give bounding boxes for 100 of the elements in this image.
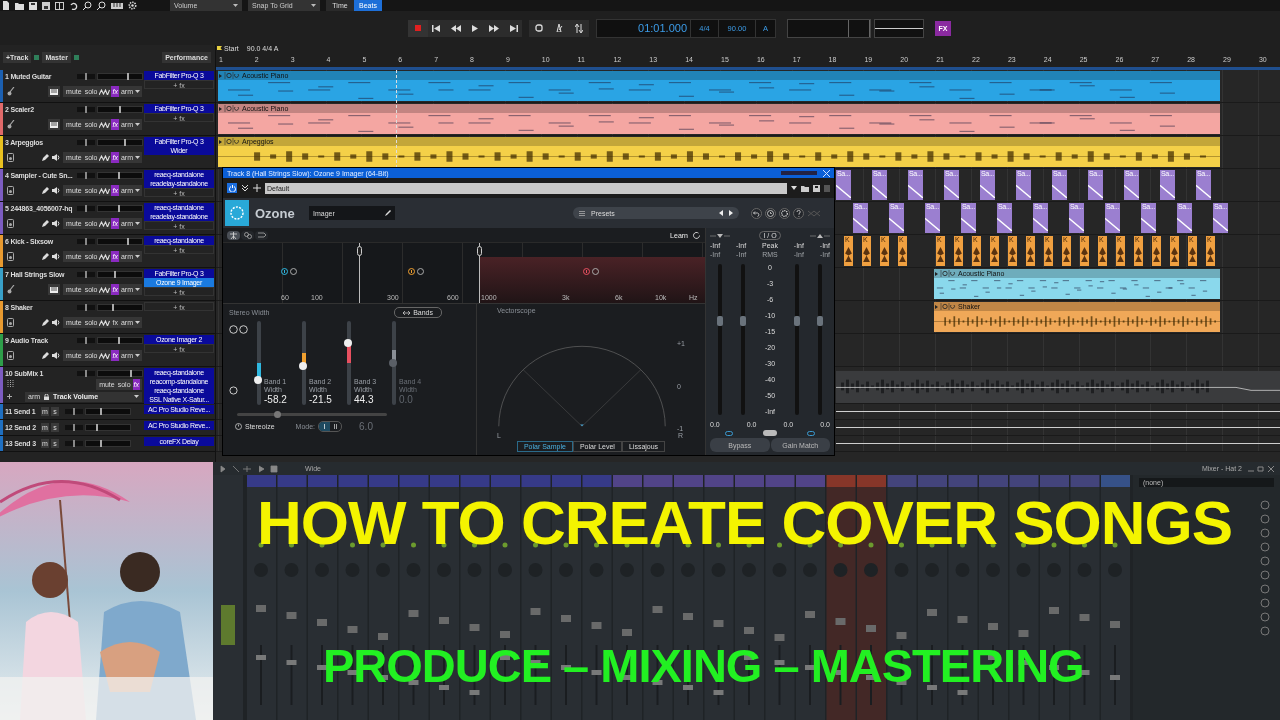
gain-fader[interactable] — [794, 264, 799, 415]
volume-fader[interactable] — [85, 424, 131, 431]
caret-icon[interactable] — [135, 288, 140, 291]
speaker-icon[interactable] — [52, 253, 61, 260]
pan-slider[interactable] — [77, 304, 95, 310]
volume-fader[interactable] — [97, 270, 143, 278]
stereoize-slider[interactable] — [237, 413, 387, 416]
caret-icon[interactable] — [135, 321, 140, 324]
piano-button[interactable] — [48, 119, 61, 130]
caret-icon[interactable] — [135, 354, 140, 357]
loop-icon[interactable] — [535, 24, 543, 32]
crossover-handle[interactable] — [477, 246, 482, 256]
pan-slider[interactable] — [65, 425, 83, 430]
volume-fader[interactable] — [97, 336, 143, 344]
envelope-icon[interactable] — [99, 121, 111, 128]
link-circles-icon[interactable] — [229, 325, 249, 334]
caret-icon[interactable] — [135, 123, 140, 126]
record-button[interactable] — [408, 19, 428, 37]
volume-fader[interactable] — [97, 237, 143, 245]
view-mode-button[interactable] — [255, 230, 268, 240]
pan-slider[interactable] — [77, 370, 95, 376]
pencil-icon[interactable] — [42, 253, 50, 260]
volume-fader[interactable] — [97, 369, 143, 377]
piano-button[interactable] — [48, 86, 61, 97]
volume-fader[interactable] — [85, 408, 131, 415]
width-slider[interactable] — [347, 321, 351, 405]
speaker-icon[interactable] — [52, 319, 61, 326]
envelope-icon[interactable] — [99, 154, 111, 161]
pan-slider[interactable] — [77, 73, 95, 79]
view-mode-button[interactable] — [227, 230, 240, 240]
panel-icon[interactable] — [55, 1, 64, 10]
speaker-icon[interactable] — [52, 187, 61, 194]
volume-fader[interactable] — [97, 72, 143, 80]
speaker-icon[interactable] — [52, 352, 61, 359]
envelope-icon[interactable] — [99, 187, 111, 194]
skip-start-icon[interactable] — [432, 24, 440, 32]
band-controls-icon[interactable] — [281, 268, 299, 275]
pan-slider[interactable] — [77, 106, 95, 112]
keyboard-icon[interactable] — [111, 2, 123, 9]
add-icon[interactable] — [7, 394, 12, 399]
folder-icon[interactable] — [801, 184, 809, 192]
pan-slider[interactable] — [77, 271, 95, 277]
envelope-icon[interactable] — [99, 253, 111, 260]
skip-end-icon[interactable] — [510, 24, 518, 32]
pencil-icon[interactable] — [42, 187, 50, 194]
pan-slider[interactable] — [77, 337, 95, 343]
save-icon[interactable] — [813, 184, 820, 192]
power-button[interactable] — [227, 183, 237, 193]
pan-slider[interactable] — [77, 139, 95, 145]
volume-fader[interactable] — [97, 204, 143, 212]
link-icon[interactable] — [725, 430, 733, 436]
pan-slider[interactable] — [77, 172, 95, 178]
width-slider[interactable] — [392, 321, 396, 405]
caret-icon[interactable] — [135, 90, 140, 93]
volume-fader[interactable] — [85, 440, 131, 447]
caret-icon[interactable] — [135, 189, 140, 192]
envelope-icon[interactable] — [99, 220, 111, 227]
zoom-icon[interactable] — [97, 1, 106, 10]
save-icon[interactable] — [29, 1, 37, 10]
width-slider[interactable] — [302, 321, 306, 405]
pan-slider[interactable] — [65, 441, 83, 446]
pencil-icon[interactable] — [42, 154, 50, 161]
pencil-icon[interactable] — [42, 319, 50, 326]
volume-fader[interactable] — [97, 138, 143, 146]
speaker-icon[interactable] — [52, 220, 61, 227]
gain-fader[interactable] — [741, 264, 746, 415]
envelope-icon[interactable] — [99, 352, 111, 359]
play-icon[interactable] — [472, 24, 478, 32]
history-icon[interactable] — [765, 207, 776, 219]
crossover-handle[interactable] — [357, 246, 362, 256]
power-icon[interactable] — [235, 423, 242, 430]
help-icon[interactable] — [793, 207, 804, 219]
piano-button[interactable] — [48, 284, 61, 295]
settings-icon[interactable] — [779, 207, 790, 219]
volume-fader[interactable] — [97, 171, 143, 179]
pencil-icon[interactable] — [42, 352, 50, 359]
caret-icon[interactable] — [135, 222, 140, 225]
width-slider[interactable] — [257, 321, 261, 405]
chevron-icon[interactable] — [241, 184, 249, 192]
envelope-icon[interactable] — [99, 286, 111, 293]
caret-icon[interactable] — [135, 255, 140, 258]
volume-fader[interactable] — [97, 105, 143, 113]
caret-icon[interactable] — [135, 156, 140, 159]
view-mode-button[interactable] — [241, 230, 254, 240]
pan-slider[interactable] — [77, 238, 95, 244]
close-icon[interactable] — [823, 169, 830, 177]
envelope-icon[interactable] — [99, 88, 111, 95]
save-icon[interactable] — [42, 1, 50, 10]
fast-forward-icon[interactable] — [489, 24, 499, 32]
refresh-icon[interactable] — [692, 230, 701, 240]
envelope-icon[interactable] — [99, 319, 111, 326]
band-controls-icon[interactable] — [583, 268, 601, 275]
rewind-icon[interactable] — [451, 24, 461, 32]
new-file-icon[interactable] — [2, 1, 10, 10]
speaker-icon[interactable] — [52, 154, 61, 161]
zoom-icon[interactable] — [83, 1, 92, 10]
band-controls-icon[interactable] — [408, 268, 426, 275]
link-icon[interactable] — [807, 430, 815, 436]
pan-slider[interactable] — [65, 409, 83, 414]
toggle-icon[interactable] — [763, 430, 777, 436]
